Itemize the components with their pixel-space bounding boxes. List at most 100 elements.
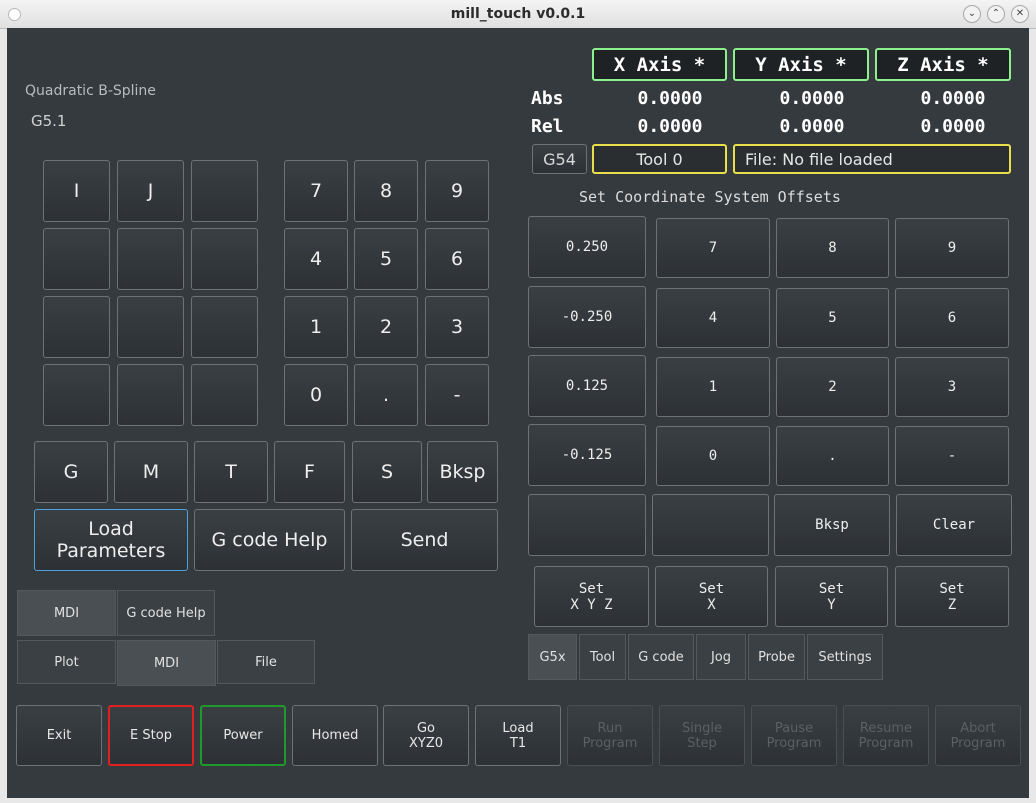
numpad-key[interactable]: 8: [354, 160, 418, 222]
offset-numpad-key[interactable]: 8: [776, 218, 889, 278]
rel-label: Rel: [531, 116, 564, 137]
z-axis-header[interactable]: Z Axis *: [875, 48, 1011, 81]
offset-numpad-key[interactable]: 4: [656, 288, 770, 348]
gcode-entry: G5.1: [31, 112, 67, 130]
send-button[interactable]: Send: [351, 509, 498, 571]
numpad-key[interactable]: 7: [284, 160, 348, 222]
z-abs-value: 0.0000: [920, 88, 986, 109]
offset-edit-button[interactable]: Clear: [896, 494, 1012, 556]
control-power[interactable]: Power: [200, 705, 286, 766]
tab-jog[interactable]: Jog: [696, 634, 746, 680]
control-exit[interactable]: Exit: [16, 705, 102, 766]
letter-key[interactable]: [43, 228, 110, 290]
gcode-name: Quadratic B-Spline: [25, 83, 156, 99]
offset-preset-button[interactable]: 0.125: [528, 355, 646, 417]
offset-numpad-key[interactable]: 2: [776, 357, 889, 417]
numpad-key[interactable]: 6: [425, 228, 489, 290]
set-offset-button[interactable]: Set Y: [775, 566, 888, 627]
word-key[interactable]: G: [34, 441, 108, 503]
letter-key[interactable]: [191, 228, 258, 290]
numpad-key[interactable]: .: [354, 364, 418, 426]
offset-edit-button[interactable]: [528, 494, 646, 556]
control-single-step: Single Step: [659, 705, 745, 766]
load-parameters-button[interactable]: Load Parameters: [34, 509, 188, 571]
letter-key[interactable]: [117, 364, 184, 426]
tab-g-code[interactable]: G code: [628, 634, 694, 680]
tab-file[interactable]: File: [217, 640, 315, 684]
offset-numpad-key[interactable]: 9: [895, 218, 1009, 278]
numpad-key[interactable]: -: [425, 364, 489, 426]
coord-system-badge: G54: [532, 144, 587, 174]
word-key[interactable]: M: [114, 441, 188, 503]
word-key[interactable]: F: [274, 441, 345, 503]
window-title: mill_touch v0.0.1: [450, 6, 586, 22]
tab-mdi[interactable]: MDI: [117, 640, 216, 686]
control-homed[interactable]: Homed: [292, 705, 378, 766]
control-abort-program: Abort Program: [935, 705, 1021, 766]
control-e-stop[interactable]: E Stop: [108, 705, 194, 766]
letter-key[interactable]: [191, 160, 258, 222]
word-key[interactable]: S: [352, 441, 422, 503]
tab-g5x[interactable]: G5x: [528, 634, 577, 680]
control-go-xyz0[interactable]: Go XYZ0: [383, 705, 469, 766]
y-axis-header[interactable]: Y Axis *: [733, 48, 869, 81]
word-key[interactable]: T: [194, 441, 268, 503]
x-rel-value: 0.0000: [637, 116, 703, 137]
offset-preset-button[interactable]: 0.250: [528, 216, 646, 278]
maximize-icon[interactable]: ⌃: [987, 5, 1005, 23]
y-abs-value: 0.0000: [779, 88, 845, 109]
letter-key[interactable]: [191, 364, 258, 426]
letter-key[interactable]: [117, 228, 184, 290]
tab-mdi-sub[interactable]: MDI: [17, 590, 116, 636]
set-offset-button[interactable]: Set Z: [895, 566, 1009, 627]
offset-numpad-key[interactable]: .: [776, 426, 889, 486]
abs-label: Abs: [531, 88, 564, 109]
control-load-t1[interactable]: Load T1: [475, 705, 561, 766]
offset-numpad-key[interactable]: 0: [656, 426, 770, 486]
tab-gcode-help[interactable]: G code Help: [117, 590, 215, 636]
numpad-key[interactable]: 4: [284, 228, 348, 290]
letter-key[interactable]: [43, 364, 110, 426]
letter-key[interactable]: [43, 296, 110, 358]
app-panel: Quadratic B-Spline G5.1 IJ 7894561230.- …: [7, 28, 1029, 798]
close-icon[interactable]: ✕: [1011, 5, 1029, 23]
minimize-icon[interactable]: ⌄: [963, 5, 981, 23]
offset-numpad-key[interactable]: 7: [656, 218, 770, 278]
tab-settings[interactable]: Settings: [807, 634, 883, 680]
letter-key[interactable]: [117, 296, 184, 358]
tab-tool[interactable]: Tool: [579, 634, 626, 680]
control-resume-program: Resume Program: [843, 705, 929, 766]
x-axis-header[interactable]: X Axis *: [592, 48, 727, 81]
offset-preset-button[interactable]: -0.250: [528, 286, 646, 348]
tab-plot[interactable]: Plot: [17, 640, 116, 684]
offset-edit-button[interactable]: [652, 494, 769, 556]
offset-numpad-key[interactable]: 1: [656, 357, 770, 417]
set-offset-button[interactable]: Set X: [655, 566, 768, 627]
file-status: File: No file loaded: [733, 144, 1011, 174]
numpad-key[interactable]: 0: [284, 364, 348, 426]
numpad-key[interactable]: 1: [284, 296, 348, 358]
offset-numpad-key[interactable]: 3: [895, 357, 1009, 417]
control-pause-program: Pause Program: [751, 705, 837, 766]
tab-probe[interactable]: Probe: [748, 634, 805, 680]
numpad-key[interactable]: 3: [425, 296, 489, 358]
offset-numpad-key[interactable]: 6: [895, 288, 1009, 348]
word-key[interactable]: Bksp: [427, 441, 498, 503]
x-abs-value: 0.0000: [637, 88, 703, 109]
numpad-key[interactable]: 5: [354, 228, 418, 290]
letter-key[interactable]: [191, 296, 258, 358]
window-titlebar: mill_touch v0.0.1 ⌄ ⌃ ✕: [0, 0, 1036, 29]
letter-key[interactable]: J: [117, 160, 184, 222]
offsets-title: Set Coordinate System Offsets: [579, 188, 841, 206]
offset-preset-button[interactable]: -0.125: [528, 424, 646, 486]
gcode-help-button[interactable]: G code Help: [194, 509, 345, 571]
set-offset-button[interactable]: Set X Y Z: [534, 566, 649, 627]
numpad-key[interactable]: 9: [425, 160, 489, 222]
offset-numpad-key[interactable]: 5: [776, 288, 889, 348]
y-rel-value: 0.0000: [779, 116, 845, 137]
offset-numpad-key[interactable]: -: [895, 426, 1009, 486]
letter-key[interactable]: I: [43, 160, 110, 222]
offset-edit-button[interactable]: Bksp: [774, 494, 890, 556]
control-run-program: Run Program: [567, 705, 653, 766]
numpad-key[interactable]: 2: [354, 296, 418, 358]
